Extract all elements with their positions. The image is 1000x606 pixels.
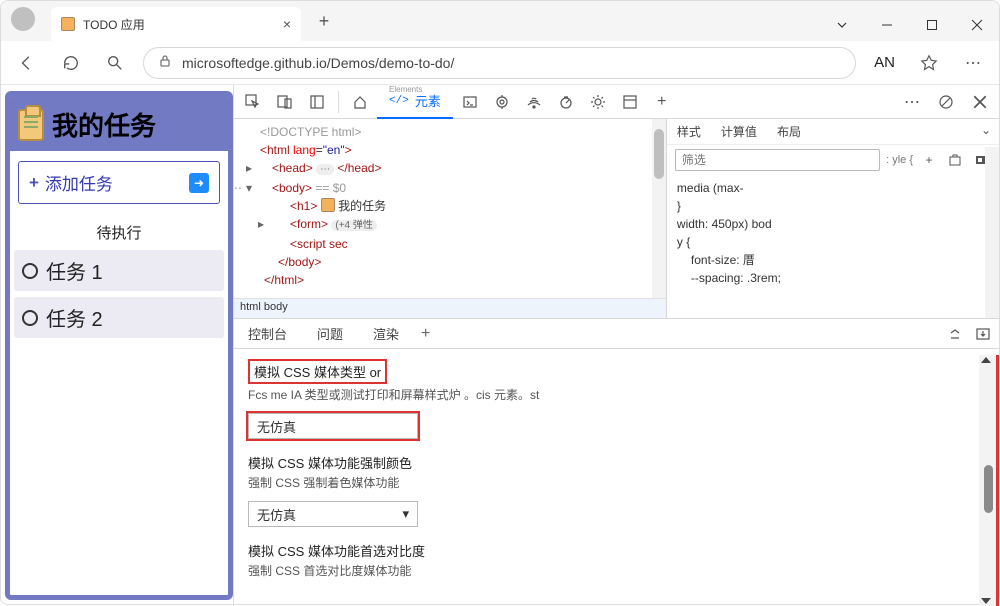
tab-title: TODO 应用 bbox=[83, 16, 145, 33]
menu-icon[interactable]: ⋯ bbox=[957, 47, 989, 79]
browser-tab[interactable]: TODO 应用 × bbox=[51, 7, 301, 41]
dom-tree-panel[interactable]: <!DOCTYPE html> <html lang="en"> ▸<head>… bbox=[234, 119, 666, 318]
favicon-icon bbox=[61, 17, 75, 31]
expand-icon[interactable] bbox=[945, 324, 965, 344]
address-bar[interactable]: microsoftedge.github.io/Demos/demo-to-do… bbox=[143, 47, 856, 79]
back-button[interactable] bbox=[11, 47, 43, 79]
highlighted-label: 模拟 CSS 媒体类型 or bbox=[248, 359, 387, 384]
url-bar: microsoftedge.github.io/Demos/demo-to-do… bbox=[1, 41, 999, 85]
tab-issues[interactable]: 问题 bbox=[309, 319, 351, 349]
performance-icon[interactable] bbox=[551, 87, 581, 117]
scrollbar[interactable] bbox=[985, 147, 999, 318]
todo-app-pane: 我的任务 + 添加任务 ➜ 待执行 任务 1 任务 2 bbox=[5, 91, 233, 600]
styles-filter-input[interactable] bbox=[675, 149, 880, 171]
lock-icon bbox=[158, 54, 172, 71]
new-tab-button[interactable]: + bbox=[309, 6, 339, 36]
hov-icon[interactable] bbox=[945, 150, 965, 170]
tab-styles[interactable]: 样式 bbox=[677, 123, 701, 140]
close-devtools-icon[interactable] bbox=[965, 87, 995, 117]
more-icon[interactable]: ⋯ bbox=[897, 87, 927, 117]
plus-icon: + bbox=[29, 173, 39, 193]
more-tabs-plus-icon[interactable]: + bbox=[647, 87, 677, 117]
network-icon[interactable] bbox=[519, 87, 549, 117]
issues-icon[interactable] bbox=[931, 87, 961, 117]
refresh-button[interactable] bbox=[55, 47, 87, 79]
page-title: 我的任务 bbox=[52, 106, 156, 143]
section-label: 待执行 bbox=[10, 222, 228, 243]
devtools-drawer: 控制台 问题 渲染 + 模拟 CSS 媒体类型 or Fcs me IA 类型或… bbox=[234, 319, 999, 606]
submit-arrow-button[interactable]: ➜ bbox=[189, 173, 209, 193]
rendering-drawer-body: 模拟 CSS 媒体类型 or Fcs me IA 类型或测试打印和屏幕样式炉 。… bbox=[234, 349, 999, 606]
clipboard-icon bbox=[18, 109, 44, 141]
add-task-input[interactable]: + 添加任务 ➜ bbox=[18, 161, 220, 204]
profile-badge[interactable]: AN bbox=[868, 54, 901, 71]
search-icon[interactable] bbox=[99, 47, 131, 79]
dock-icon[interactable] bbox=[973, 324, 993, 344]
maximize-button[interactable] bbox=[909, 9, 954, 41]
inspect-icon[interactable] bbox=[238, 87, 268, 117]
close-window-button[interactable] bbox=[954, 9, 999, 41]
favorite-icon[interactable] bbox=[913, 47, 945, 79]
styles-panel: 样式 计算值 布局 ⌄ : yle { + media (max- } widt… bbox=[666, 119, 999, 318]
tab-computed[interactable]: 计算值 bbox=[721, 123, 757, 140]
console-icon[interactable] bbox=[455, 87, 485, 117]
tab-console[interactable]: 控制台 bbox=[240, 319, 295, 349]
clipboard-icon bbox=[321, 198, 335, 212]
application-icon[interactable] bbox=[615, 87, 645, 117]
devtools-panel: </> 元素 Elements + ⋯ <!DOCTYPE html> <htm… bbox=[233, 85, 999, 606]
profile-avatar[interactable] bbox=[11, 7, 35, 31]
breadcrumb[interactable]: html body bbox=[234, 298, 666, 318]
task-item[interactable]: 任务 1 bbox=[14, 250, 224, 291]
chevron-down-icon[interactable]: ⌄ bbox=[981, 123, 991, 137]
close-tab-icon[interactable]: × bbox=[283, 16, 291, 32]
sources-icon[interactable] bbox=[487, 87, 517, 117]
add-task-label: 添加任务 bbox=[45, 170, 113, 195]
tab-rendering[interactable]: 渲染 bbox=[365, 319, 407, 349]
forced-colors-select[interactable]: 无仿真▾ bbox=[248, 501, 418, 527]
url-text: microsoftedge.github.io/Demos/demo-to-do… bbox=[182, 55, 454, 71]
scrollbar-highlight[interactable] bbox=[979, 355, 999, 606]
tab-elements[interactable]: </> 元素 Elements bbox=[377, 85, 453, 119]
tab-layout[interactable]: 布局 bbox=[777, 123, 801, 140]
task-item[interactable]: 任务 2 bbox=[14, 297, 224, 338]
radio-icon[interactable] bbox=[22, 263, 38, 279]
browser-title-bar: TODO 应用 × + bbox=[1, 1, 999, 41]
welcome-icon[interactable] bbox=[345, 87, 375, 117]
panel-icon[interactable] bbox=[302, 87, 332, 117]
scrollbar[interactable] bbox=[652, 119, 666, 298]
media-type-select[interactable]: 无仿真 bbox=[248, 413, 418, 439]
memory-icon[interactable] bbox=[583, 87, 613, 117]
add-drawer-tab-icon[interactable]: + bbox=[421, 325, 430, 343]
chevron-down-icon[interactable] bbox=[819, 9, 864, 41]
device-toggle-icon[interactable] bbox=[270, 87, 300, 117]
new-style-icon[interactable]: + bbox=[919, 150, 939, 170]
radio-icon[interactable] bbox=[22, 310, 38, 326]
chevron-down-icon: ▾ bbox=[402, 506, 409, 522]
devtools-toolbar: </> 元素 Elements + ⋯ bbox=[234, 85, 999, 119]
todo-header: 我的任务 bbox=[10, 96, 228, 151]
minimize-button[interactable] bbox=[864, 9, 909, 41]
